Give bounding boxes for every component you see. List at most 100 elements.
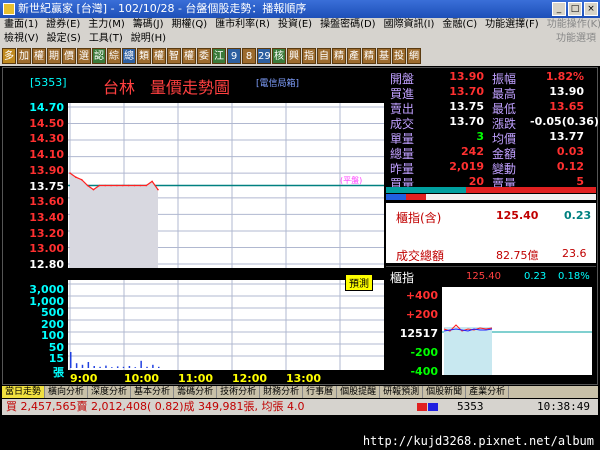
menu-item-right[interactable]: 功能選項 xyxy=(556,32,600,46)
menu-item[interactable]: 主力(M) xyxy=(88,18,124,32)
quote-value: 13.77 xyxy=(549,130,584,143)
menu-item[interactable]: 檢視(V) xyxy=(4,32,39,46)
quote-label: 買進 xyxy=(390,87,415,101)
menu-item[interactable]: 設定(S) xyxy=(47,32,81,46)
maximize-button[interactable]: □ xyxy=(568,2,582,16)
status-time: 10:38:49 xyxy=(537,400,590,413)
price-point xyxy=(157,188,159,191)
bottom-tab[interactable]: 產業分析 xyxy=(466,386,510,398)
menu-item-right[interactable]: 功能操作(K) xyxy=(547,18,600,32)
window-titlebar: 新世紀贏家 [台灣] - 102/10/28 - 台盤個股走勢：播報順序 _ □… xyxy=(0,0,600,18)
quote-value: 13.70 xyxy=(449,115,484,128)
menu-item[interactable]: 籌碼(J) xyxy=(133,18,164,32)
toolbar-button[interactable]: 類 xyxy=(137,48,151,64)
minimize-button[interactable]: _ xyxy=(552,2,566,16)
mini-index-change: 0.23 xyxy=(524,271,547,282)
toolbar-button[interactable]: 權 xyxy=(182,48,196,64)
volume-bar xyxy=(128,366,131,368)
toolbar-button[interactable]: 價 xyxy=(62,48,76,64)
toolbar-button[interactable]: 委 xyxy=(197,48,211,64)
quote-value: 242 xyxy=(461,145,484,158)
toolbar-button[interactable]: 網 xyxy=(407,48,421,64)
toolbar-button[interactable]: 指 xyxy=(302,48,316,64)
price-tick-label: 12.80 xyxy=(29,258,64,271)
stock-name[interactable]: 台林 xyxy=(103,74,135,98)
toolbar-button[interactable]: 總 xyxy=(122,48,136,64)
bottom-tab[interactable]: 行事曆 xyxy=(303,386,338,398)
menu-item[interactable]: 證券(E) xyxy=(46,18,80,32)
bottom-tab[interactable]: 當日走勢 xyxy=(2,386,46,398)
toolbar-button[interactable]: 8 xyxy=(242,48,256,64)
volume-bar xyxy=(146,366,148,368)
menu-item[interactable]: 說明(H) xyxy=(131,32,166,46)
index-label: 櫃指(含) xyxy=(396,211,442,225)
time-tick-label: 10:00 xyxy=(124,372,160,385)
menu-item[interactable]: 畫面(1) xyxy=(4,18,38,32)
toolbar-button[interactable]: 選 xyxy=(77,48,91,64)
toolbar-button[interactable]: 權 xyxy=(152,48,166,64)
price-point xyxy=(86,184,89,187)
bottom-tab[interactable]: 深度分析 xyxy=(88,386,132,398)
toolbar-button[interactable]: 興 xyxy=(287,48,301,64)
menu-item[interactable]: 投資(E) xyxy=(278,18,312,32)
price-tick-label: 14.70 xyxy=(29,101,64,114)
bottom-tab[interactable]: 籌碼分析 xyxy=(174,386,218,398)
total-turnover-extra: 23.6 xyxy=(562,247,587,260)
quote-label: 買量 xyxy=(390,177,415,191)
menu-item[interactable]: 期權(Q) xyxy=(172,18,208,32)
quote-label: 賣出 xyxy=(390,102,415,116)
toolbar-button[interactable]: 精 xyxy=(362,48,376,64)
bottom-tab[interactable]: 個股提醒 xyxy=(337,386,381,398)
toolbar-button[interactable]: 認 xyxy=(92,48,106,64)
bottom-tab[interactable]: 技術分析 xyxy=(217,386,261,398)
bottom-tab[interactable]: 個股新聞 xyxy=(423,386,467,398)
volume-bar xyxy=(87,362,90,368)
close-button[interactable]: × xyxy=(584,2,598,16)
toolbar-button[interactable]: 綜 xyxy=(107,48,121,64)
mini-index-chart[interactable]: 櫃指 125.40 0.23 0.18% +400 +200 12517 -200 -4… xyxy=(386,266,596,380)
toolbar-button[interactable]: 精 xyxy=(332,48,346,64)
menu-item[interactable]: 工具(T) xyxy=(89,32,123,46)
bottom-tab[interactable]: 財務分析 xyxy=(260,386,304,398)
menu-item[interactable]: 操盤密碼(D) xyxy=(320,18,376,32)
toolbar-button[interactable]: 智 xyxy=(167,48,181,64)
toolbar-button[interactable]: 權 xyxy=(32,48,46,64)
price-point xyxy=(75,176,77,179)
menu-item[interactable]: 金融(C) xyxy=(442,18,477,32)
menu-item[interactable]: 國際資訊(I) xyxy=(384,18,435,32)
menu-item[interactable]: 匯市利率(R) xyxy=(215,18,270,32)
price-area xyxy=(70,173,158,268)
toolbar-button[interactable]: 自 xyxy=(317,48,331,64)
time-tick-label: 11:00 xyxy=(178,372,214,385)
toolbar-button[interactable]: 29 xyxy=(257,48,271,64)
quote-label: 最低 xyxy=(492,102,517,116)
price-tick-label: 13.60 xyxy=(29,195,64,209)
time-tick-label: 13:00 xyxy=(286,372,322,385)
toolbar-button[interactable]: 投 xyxy=(392,48,406,64)
predict-button[interactable]: 預測 xyxy=(345,274,373,291)
toolbar-button[interactable]: 多 xyxy=(2,48,16,64)
toolbar-button[interactable]: 9 xyxy=(227,48,241,64)
toolbar-button[interactable]: 江 xyxy=(212,48,226,64)
bottom-tab[interactable]: 橫向分析 xyxy=(45,386,89,398)
toolbar-button[interactable]: 產 xyxy=(347,48,361,64)
price-chart[interactable] xyxy=(68,103,384,268)
index-value: 125.40 xyxy=(496,209,539,222)
toolbar-button[interactable]: 核 xyxy=(272,48,286,64)
volume-chart[interactable] xyxy=(68,280,384,370)
price-tick-label: 13.20 xyxy=(29,226,64,240)
price-point xyxy=(92,188,95,191)
total-turnover-label: 成交總額 xyxy=(396,249,445,263)
volume-bar xyxy=(81,364,84,368)
toolbar-button[interactable]: 期 xyxy=(47,48,61,64)
time-tick-label: 9:00 xyxy=(70,372,98,385)
toolbar-button[interactable]: 加 xyxy=(17,48,31,64)
menu-item[interactable]: 功能選擇(F) xyxy=(485,18,539,32)
order-flow-bar xyxy=(386,187,596,201)
toolbar-button[interactable]: 基 xyxy=(377,48,391,64)
mini-y-tick-label: -400 xyxy=(410,365,438,378)
bottom-tab[interactable]: 研報預測 xyxy=(380,386,424,398)
quote-label: 總量 xyxy=(390,147,415,161)
bottom-tab[interactable]: 基本分析 xyxy=(131,386,175,398)
status-stock-code[interactable]: 5353 xyxy=(457,399,484,415)
